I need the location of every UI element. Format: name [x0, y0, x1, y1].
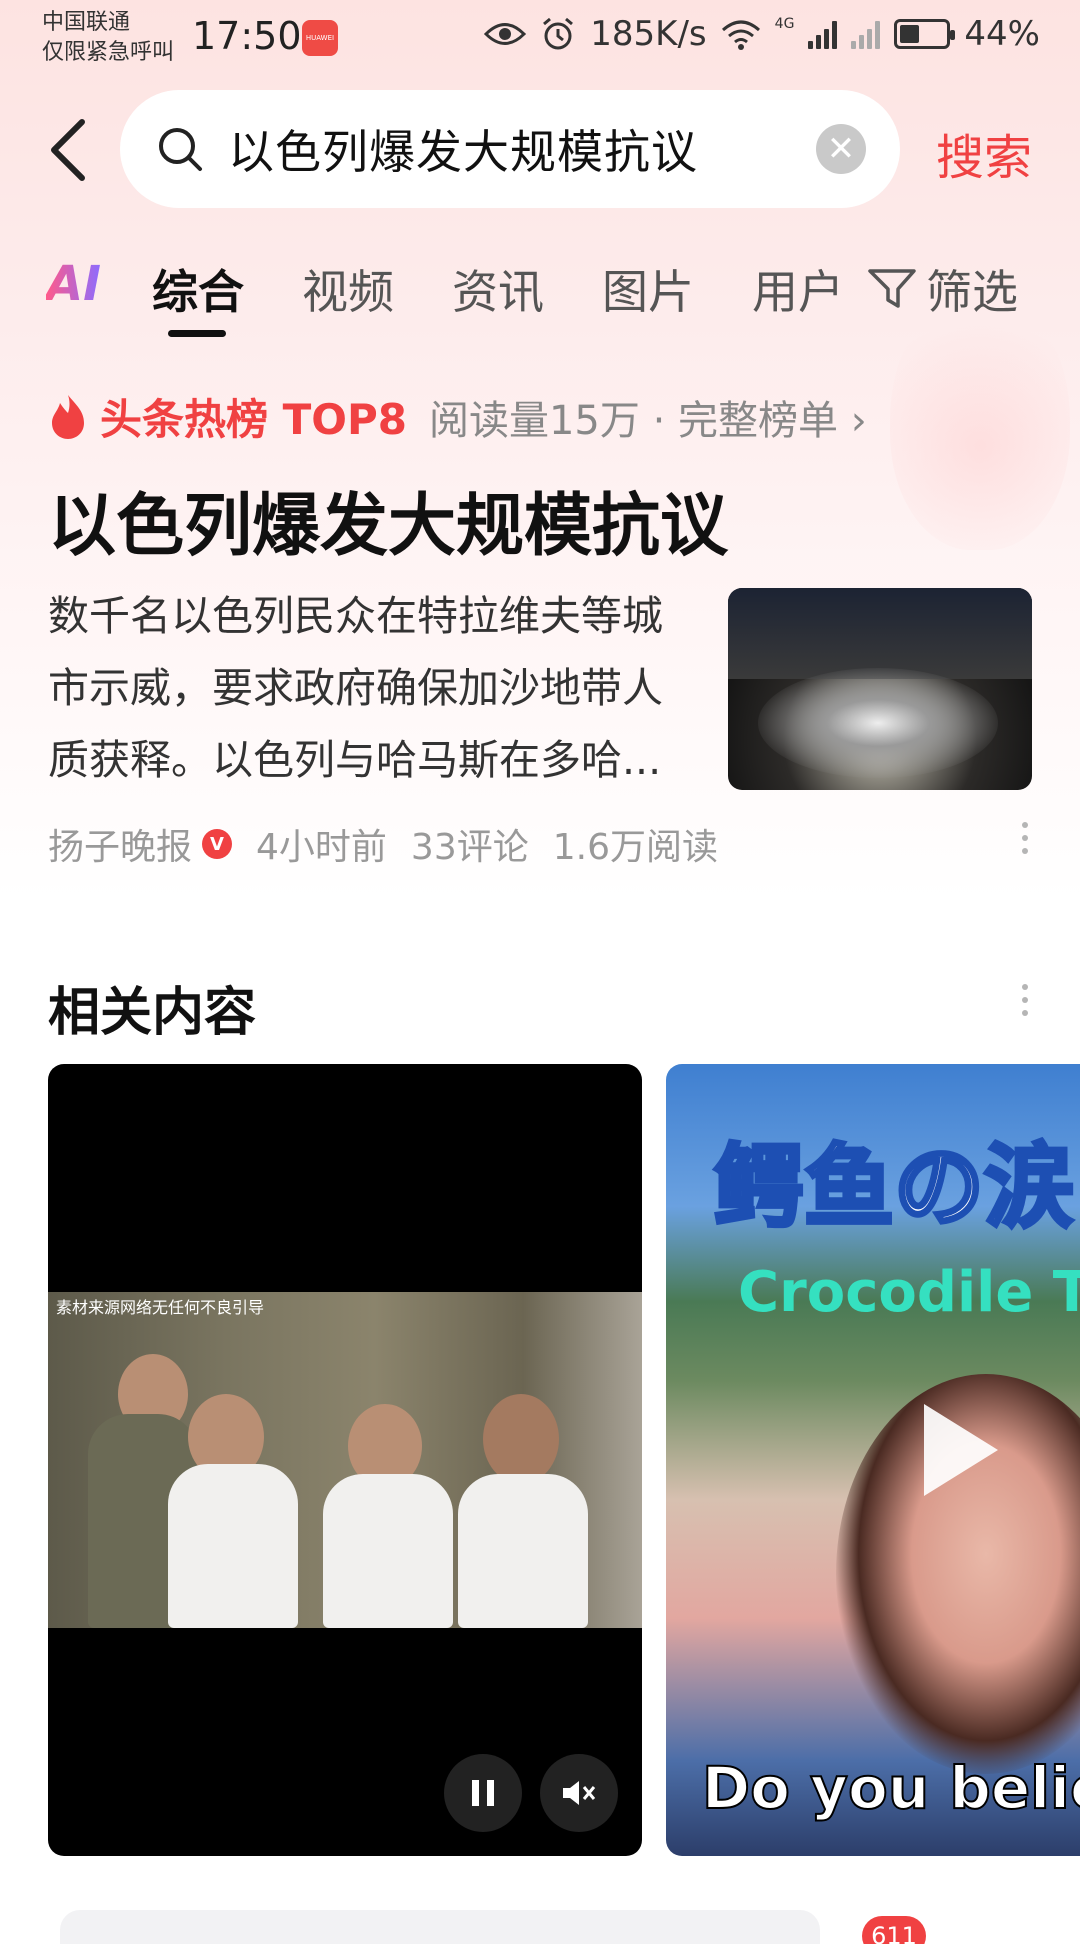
clear-icon[interactable]: ✕ — [816, 124, 866, 174]
filter-label: 筛选 — [926, 265, 1018, 319]
carrier-status: 仅限紧急呼叫 — [42, 40, 175, 65]
tab-bar: AI 综合 视频 资讯 图片 用户 筛选 — [0, 252, 1080, 342]
comment-count-badge: 611 — [862, 1916, 926, 1944]
video-2-title-en: Crocodile Te — [738, 1260, 1080, 1325]
signal-secondary-icon — [851, 19, 881, 49]
article-meta: 扬子晚报 V 4小时前 33评论 1.6万阅读 — [48, 818, 742, 870]
huawei-app-icon: HUAWEI — [302, 20, 338, 56]
tab-active-indicator — [168, 330, 226, 337]
wifi-icon — [721, 20, 760, 50]
tab-ai[interactable]: AI — [46, 256, 101, 312]
article-reads: 1.6万阅读 — [552, 827, 718, 868]
article-source[interactable]: 扬子晚报 — [48, 818, 192, 870]
article-time: 4小时前 — [256, 827, 387, 868]
network-type: 4G — [774, 16, 795, 32]
video-card-2[interactable]: 鳄鱼の涙 Crocodile Te Do you believ — [666, 1064, 1080, 1856]
status-bar: 中国联通 仅限紧急呼叫 17:50 HUAWEI 185K/s 4G 44% — [0, 0, 1080, 76]
related-section-title: 相关内容 — [48, 983, 257, 1043]
pause-icon — [472, 1780, 494, 1806]
clock: 17:50 — [192, 14, 302, 58]
more-options-icon[interactable] — [1022, 822, 1030, 854]
video-card-1[interactable]: 素材来源网络无任何不良引导 — [48, 1064, 642, 1856]
fire-icon — [52, 394, 84, 439]
filter-icon — [868, 269, 916, 308]
video-2-subtitle: Do you believ — [701, 1753, 1080, 1823]
battery-percent: 44% — [964, 14, 1040, 54]
comment-input-bar[interactable] — [60, 1910, 820, 1944]
status-icons: 185K/s 4G 44% — [484, 14, 1040, 54]
tab-images[interactable]: 图片 — [602, 256, 694, 322]
article-headline[interactable]: 以色列爆发大规模抗议 — [48, 470, 728, 569]
search-icon — [159, 128, 202, 171]
verified-icon: V — [202, 829, 233, 859]
search-input[interactable]: 以色列爆发大规模抗议 — [228, 116, 698, 182]
article-summary[interactable]: 数千名以色列民众在特拉维夫等城市示威，要求政府确保加沙地带人质获释。以色列与哈马… — [48, 580, 688, 796]
tab-general[interactable]: 综合 — [152, 256, 244, 322]
related-more-icon[interactable] — [1022, 984, 1030, 1016]
tab-video[interactable]: 视频 — [302, 256, 394, 322]
tab-users[interactable]: 用户 — [752, 256, 844, 322]
mute-button[interactable] — [540, 1754, 618, 1832]
filter-button[interactable]: 筛选 — [868, 256, 1018, 322]
video-1-caption: 素材来源网络无任何不良引导 — [56, 1298, 265, 1317]
hot-rank-label: 头条热榜 TOP8 — [100, 395, 407, 444]
article-comments: 33评论 — [410, 827, 529, 868]
search-box[interactable]: 以色列爆发大规模抗议 ✕ — [120, 90, 900, 208]
tab-news[interactable]: 资讯 — [452, 256, 544, 322]
hot-rank-meta[interactable]: 阅读量15万 · 完整榜单 › — [429, 388, 867, 446]
article-thumbnail[interactable] — [728, 588, 1032, 790]
hot-list-row[interactable]: 头条热榜 TOP8 阅读量15万 · 完整榜单 › — [48, 386, 867, 447]
search-button[interactable]: 搜索 — [936, 118, 1032, 188]
video-2-title-ja: 鳄鱼の涙 — [712, 1133, 1076, 1242]
pause-button[interactable] — [444, 1754, 522, 1832]
carrier-name: 中国联通 — [42, 10, 131, 35]
carrier-info: 中国联通 仅限紧急呼叫 — [42, 8, 174, 68]
muted-speaker-icon — [563, 1781, 596, 1805]
network-speed: 185K/s — [590, 14, 707, 54]
signal-icon — [808, 19, 838, 49]
back-arrow-icon[interactable] — [48, 118, 88, 182]
battery-icon — [894, 19, 956, 49]
play-icon[interactable] — [924, 1404, 998, 1496]
alarm-icon — [543, 17, 574, 50]
eye-icon — [484, 23, 527, 45]
